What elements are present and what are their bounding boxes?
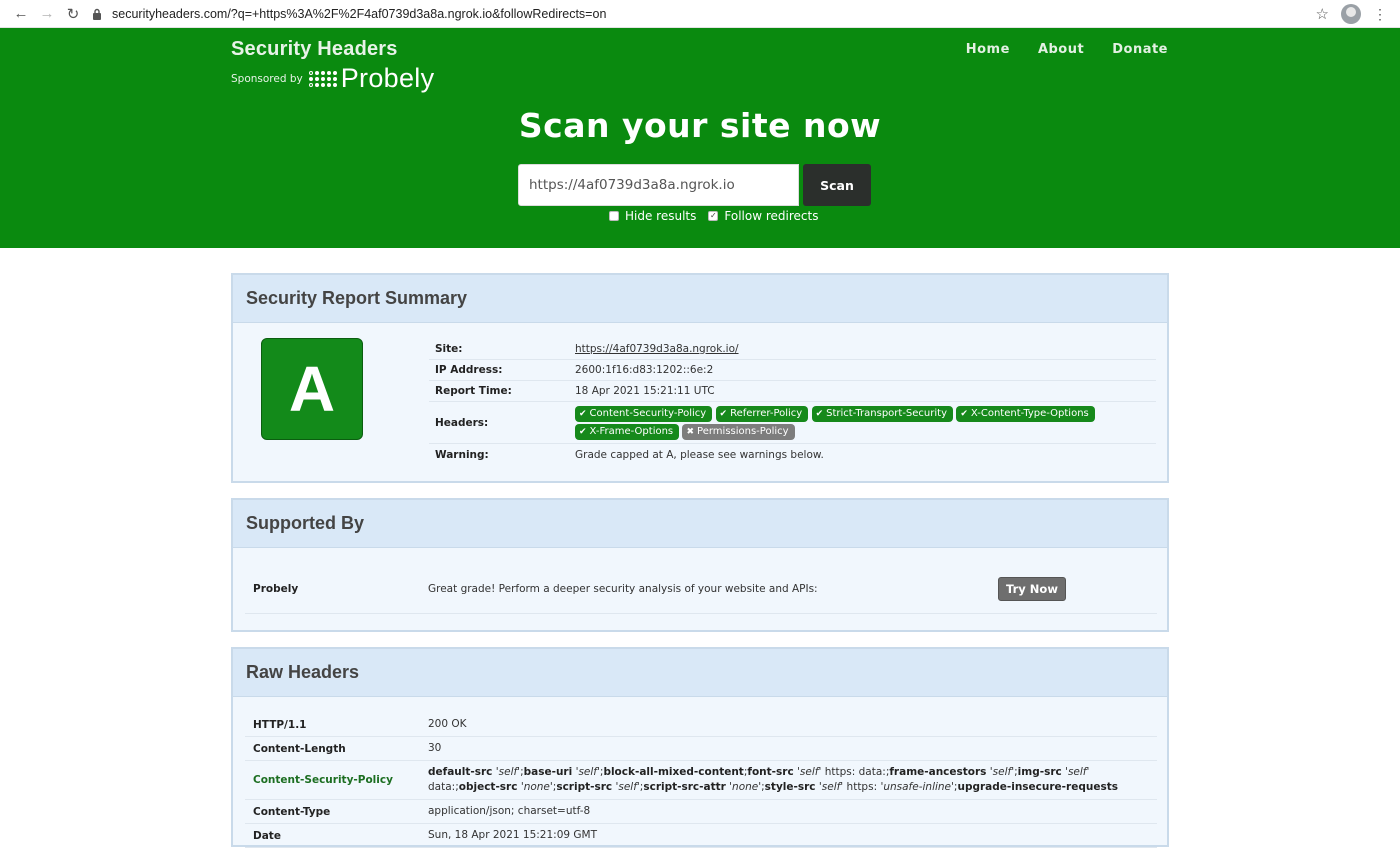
header-name: Content-Length (253, 742, 346, 755)
header-value: 200 OK (428, 718, 467, 730)
page-heading: Scan your site now (518, 106, 882, 145)
raw-headers-table: HTTP/1.1 200 OK Content-Length 30 Conten… (245, 713, 1157, 848)
report-time-value: 18 Apr 2021 15:21:11 UTC (575, 385, 715, 397)
site-link[interactable]: https://4af0739d3a8a.ngrok.io/ (575, 343, 739, 355)
probely-logo-icon (308, 70, 337, 87)
lock-icon (92, 8, 106, 20)
nav-home[interactable]: Home (966, 42, 1010, 57)
follow-redirects-checkbox[interactable]: ✓ (708, 211, 719, 221)
row-label: Headers: (435, 416, 489, 429)
nav-about[interactable]: About (1038, 42, 1084, 57)
hide-results-checkbox[interactable] (609, 211, 619, 221)
row-label: Site: (435, 342, 463, 355)
scan-button[interactable]: Scan (803, 164, 871, 206)
header-pill[interactable]: ✔ Referrer-Policy (715, 405, 809, 422)
nav-donate[interactable]: Donate (1112, 42, 1168, 57)
scan-form: Scan (518, 164, 871, 206)
follow-redirects-label: Follow redirects (724, 209, 819, 223)
header-pill-label: Referrer-Policy (730, 407, 803, 419)
sponsor-name: Probely (340, 63, 435, 93)
header-pill-label: X-Content-Type-Options (970, 407, 1089, 419)
row-label: IP Address: (435, 364, 503, 376)
table-row: Date Sun, 18 Apr 2021 15:21:09 GMT (245, 824, 1157, 848)
summary-row-headers: Headers: ✔ Content-Security-Policy ✔ Refer… (429, 402, 1156, 444)
summary-row-warning: Warning: Grade capped at A, please see w… (429, 444, 1156, 466)
supported-row: Probely Great grade! Perform a deeper se… (245, 564, 1157, 614)
header-pill[interactable]: ✖ Permissions-Policy (682, 423, 795, 440)
header-pill[interactable]: ✔ Content-Security-Policy (575, 405, 713, 422)
check-icon: ✔ (719, 408, 728, 419)
brand-logo[interactable]: Security Headers Sponsored by Probely (231, 38, 434, 94)
header-value: 30 (428, 742, 442, 754)
cross-icon: ✖ (686, 426, 695, 437)
supporter-name: Probely (253, 582, 299, 595)
header-name: Content-Security-Policy (253, 774, 393, 786)
reload-icon[interactable]: ↻ (60, 2, 86, 26)
back-arrow-icon[interactable]: ← (8, 2, 34, 26)
panel-title: Security Report Summary (233, 275, 1167, 323)
panel-title: Supported By (233, 500, 1167, 548)
address-bar-url: securityheaders.com/?q=+https%3A%2F%2F4a… (112, 6, 607, 21)
header-pills: ✔ Content-Security-Policy ✔ Referrer-Polic… (575, 402, 1156, 444)
header-value: Sun, 18 Apr 2021 15:21:09 GMT (428, 829, 598, 841)
table-row: Content-Type application/json; charset=u… (245, 800, 1157, 824)
header-pill-label: Content-Security-Policy (589, 407, 707, 419)
table-row: HTTP/1.1 200 OK (245, 713, 1157, 737)
more-menu-icon[interactable]: ⋮ (1373, 7, 1387, 21)
check-icon: ✔ (579, 408, 587, 419)
supported-by-panel: Supported By Probely Great grade! Perfor… (231, 498, 1169, 632)
header-pill-label: Permissions-Policy (697, 425, 789, 437)
forward-arrow-icon[interactable]: → (34, 2, 60, 26)
check-icon: ✔ (815, 408, 824, 419)
raw-headers-panel: Raw Headers HTTP/1.1 200 OK Content-Leng… (231, 647, 1169, 848)
sponsored-by-label: Sponsored by (231, 72, 303, 85)
header-pill-label: X-Frame-Options (589, 425, 674, 437)
table-row: Content-Length 30 (245, 737, 1157, 761)
warning-value: Grade capped at A, please see warnings b… (575, 449, 824, 461)
header-pill[interactable]: ✔ X-Content-Type-Options (956, 405, 1095, 422)
grade-badge: A (261, 338, 363, 440)
sponsor-line: Sponsored by Probely (231, 63, 434, 94)
site-header: Security Headers Sponsored by Probely Ho… (0, 28, 1400, 248)
check-icon: ✔ (960, 408, 968, 419)
scan-url-input[interactable] (518, 164, 799, 206)
security-report-summary-panel: Security Report Summary A Site: https://… (231, 273, 1169, 483)
row-label: Report Time: (435, 385, 512, 397)
table-row: Content-Security-Policy default-src 'sel… (245, 761, 1157, 800)
profile-avatar-icon[interactable] (1341, 3, 1361, 24)
header-name: Content-Type (253, 805, 331, 818)
check-icon: ✔ (579, 426, 587, 437)
brand-title: Security Headers (231, 38, 398, 60)
ip-value: 2600:1f16:d83:1202::6e:2 (575, 364, 714, 376)
supporter-text: Great grade! Perform a deeper security a… (428, 582, 818, 595)
summary-table: Site: https://4af0739d3a8a.ngrok.io/ IP … (429, 338, 1156, 466)
bookmark-star-icon[interactable]: ☆ (1316, 5, 1329, 23)
header-value: default-src 'self';base-uri 'self';block… (428, 766, 1118, 793)
try-now-button[interactable]: Try Now (998, 576, 1066, 601)
hide-results-label: Hide results (625, 209, 697, 223)
summary-row-time: Report Time: 18 Apr 2021 15:21:11 UTC (429, 381, 1156, 402)
header-pill[interactable]: ✔ Strict-Transport-Security (811, 405, 953, 422)
header-name: HTTP/1.1 (253, 718, 307, 731)
summary-row-ip: IP Address: 2600:1f16:d83:1202::6e:2 (429, 360, 1156, 381)
scan-options: Hide results ✓ Follow redirects (609, 209, 830, 223)
browser-toolbar: ← → ↻ securityheaders.com/?q=+https%3A%2… (0, 0, 1400, 28)
address-bar[interactable]: securityheaders.com/?q=+https%3A%2F%2F4a… (92, 2, 1316, 26)
top-navigation: Home About Donate (966, 42, 1168, 57)
header-pill-label: Strict-Transport-Security (826, 407, 947, 419)
row-label: Warning: (435, 449, 489, 461)
header-value: application/json; charset=utf-8 (428, 805, 591, 817)
panel-title: Raw Headers (233, 649, 1167, 697)
header-name: Date (253, 829, 281, 842)
summary-row-site: Site: https://4af0739d3a8a.ngrok.io/ (429, 338, 1156, 360)
header-pill[interactable]: ✔ X-Frame-Options (575, 423, 680, 440)
